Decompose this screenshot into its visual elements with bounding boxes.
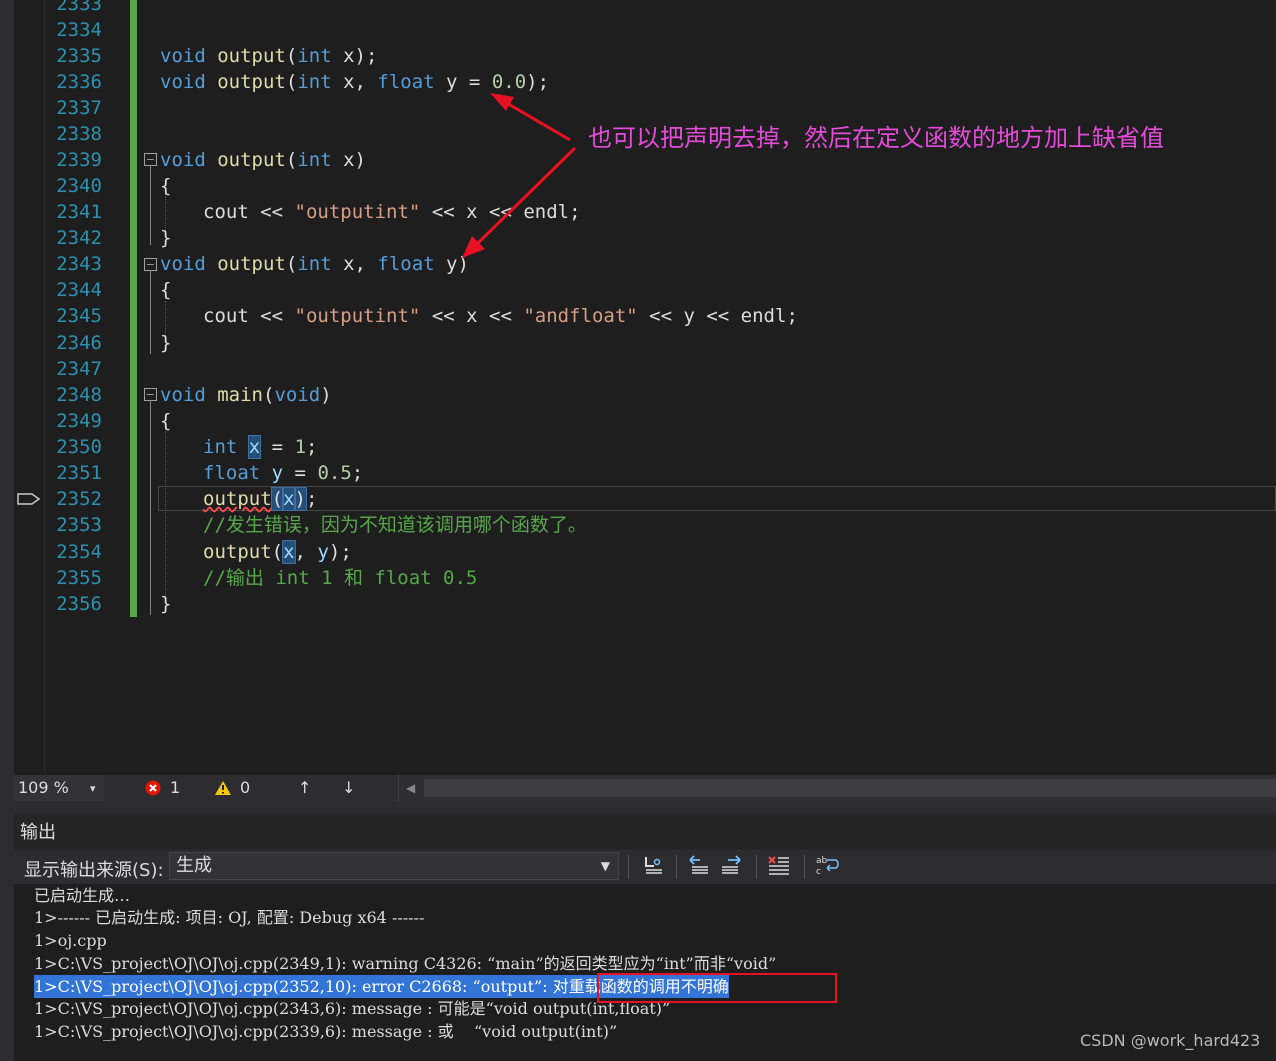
find-message-icon[interactable]: [640, 854, 666, 880]
previous-message-icon[interactable]: [686, 854, 712, 880]
chevron-down-icon: ▾: [90, 782, 96, 795]
output-line: 1>C:\VS_project\OJ\OJ\oj.cpp(2339,6): me…: [34, 1022, 618, 1041]
svg-text:ab: ab: [816, 856, 828, 866]
chevron-down-icon: ▼: [600, 859, 610, 873]
watermark: CSDN @work_hard423: [1080, 1031, 1261, 1050]
divider: [676, 855, 677, 879]
error-highlight-box: [597, 973, 837, 1003]
zoom-dropdown[interactable]: 109 % ▾: [14, 775, 104, 801]
output-panel: 输出 显示输出来源(S): 生成 ▼ ab c 已启动生成… 1>------ 已…: [14, 814, 1276, 1061]
next-message-icon[interactable]: [718, 854, 744, 880]
zoom-level: 109 %: [18, 778, 69, 797]
left-window-edge: [0, 0, 14, 1061]
clear-all-icon[interactable]: [766, 854, 792, 880]
error-circle-icon[interactable]: [145, 780, 161, 796]
annotation-arrows: [462, 93, 577, 258]
code-editor[interactable]: 2333 2334 2335 2336 2337 2338 2339 2340 …: [0, 0, 1276, 775]
output-line: 1>oj.cpp: [34, 931, 107, 950]
warning-count[interactable]: 0: [240, 778, 250, 797]
previous-issue-arrow-icon[interactable]: ↑: [298, 778, 311, 797]
divider: [628, 855, 629, 879]
output-source-select[interactable]: 生成 ▼: [169, 852, 619, 880]
warning-triangle-icon[interactable]: [214, 780, 232, 796]
next-issue-arrow-icon[interactable]: ↓: [342, 778, 355, 797]
editor-status-bar: 109 % ▾ 1 0 ↑ ↓ ◀: [14, 775, 1276, 801]
output-line: 已启动生成…: [34, 886, 131, 905]
divider: [398, 775, 399, 801]
panel-splitter[interactable]: [14, 801, 1276, 814]
error-count[interactable]: 1: [170, 778, 180, 797]
output-source-value: 生成: [176, 855, 212, 876]
word-wrap-icon[interactable]: ab c: [814, 854, 840, 880]
source-label: 显示输出来源(S):: [24, 860, 164, 881]
output-toolbar: 显示输出来源(S): 生成 ▼ ab c: [14, 850, 1276, 884]
output-line: 1>C:\VS_project\OJ\OJ\oj.cpp(2343,6): me…: [34, 999, 671, 1018]
panel-title: 输出: [20, 822, 56, 843]
output-line: 1>C:\VS_project\OJ\OJ\oj.cpp(2349,1): wa…: [34, 954, 777, 973]
divider: [756, 855, 757, 879]
output-line: 1>------ 已启动生成: 项目: OJ, 配置: Debug x64 --…: [34, 908, 425, 927]
scroll-left-icon[interactable]: ◀: [406, 781, 415, 795]
horizontal-scrollbar[interactable]: [424, 779, 1276, 797]
svg-text:c: c: [816, 867, 821, 876]
divider: [804, 855, 805, 879]
